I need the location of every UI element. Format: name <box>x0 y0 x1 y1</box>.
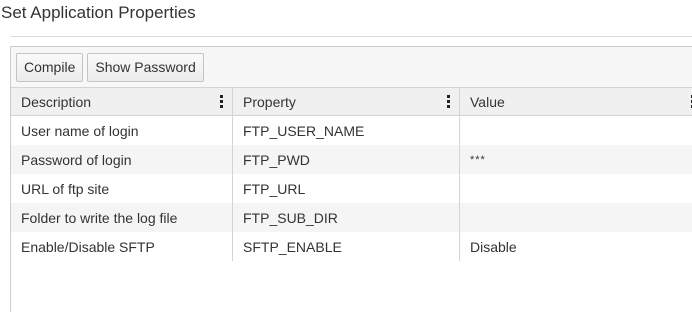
description-cell: URL of ftp site <box>11 174 233 203</box>
value-cell[interactable] <box>460 203 692 232</box>
value-cell[interactable]: Disable <box>460 232 692 261</box>
table-row[interactable]: Folder to write the log file FTP_SUB_DIR <box>11 203 692 232</box>
property-cell: FTP_PWD <box>233 145 460 174</box>
property-cell: FTP_SUB_DIR <box>233 203 460 232</box>
properties-panel: Compile Show Password Description Proper… <box>10 46 692 312</box>
description-cell: Password of login <box>11 145 233 174</box>
property-cell: FTP_USER_NAME <box>233 116 460 145</box>
value-cell[interactable]: *** <box>460 145 692 174</box>
property-cell: SFTP_ENABLE <box>233 232 460 261</box>
vertical-dots-icon[interactable] <box>447 88 451 115</box>
toolbar: Compile Show Password <box>11 47 692 88</box>
value-cell[interactable] <box>460 174 692 203</box>
column-header-label: Value <box>470 93 505 110</box>
show-password-button[interactable]: Show Password <box>87 52 204 82</box>
property-cell: FTP_URL <box>233 174 460 203</box>
page-title: Set Application Properties <box>1 3 196 22</box>
column-header-property[interactable]: Property <box>233 88 460 115</box>
vertical-dots-icon[interactable] <box>220 88 224 115</box>
column-header-value[interactable]: Value <box>460 88 692 115</box>
description-cell: Enable/Disable SFTP <box>11 232 233 261</box>
column-header-description[interactable]: Description <box>11 88 233 115</box>
table-row[interactable]: User name of login FTP_USER_NAME <box>11 116 692 145</box>
compile-button[interactable]: Compile <box>16 52 84 82</box>
description-cell: User name of login <box>11 116 233 145</box>
title-divider <box>10 36 692 37</box>
column-header-label: Description <box>21 93 92 110</box>
properties-grid: Description Property Value User name of … <box>11 88 692 261</box>
page: Set Application Properties Compile Show … <box>0 0 692 312</box>
description-cell: Folder to write the log file <box>11 203 233 232</box>
value-cell[interactable] <box>460 116 692 145</box>
column-header-label: Property <box>243 93 296 110</box>
table-row[interactable]: Enable/Disable SFTP SFTP_ENABLE Disable <box>11 232 692 261</box>
grid-header-row: Description Property Value <box>11 88 692 116</box>
table-row[interactable]: Password of login FTP_PWD *** <box>11 145 692 174</box>
table-row[interactable]: URL of ftp site FTP_URL <box>11 174 692 203</box>
